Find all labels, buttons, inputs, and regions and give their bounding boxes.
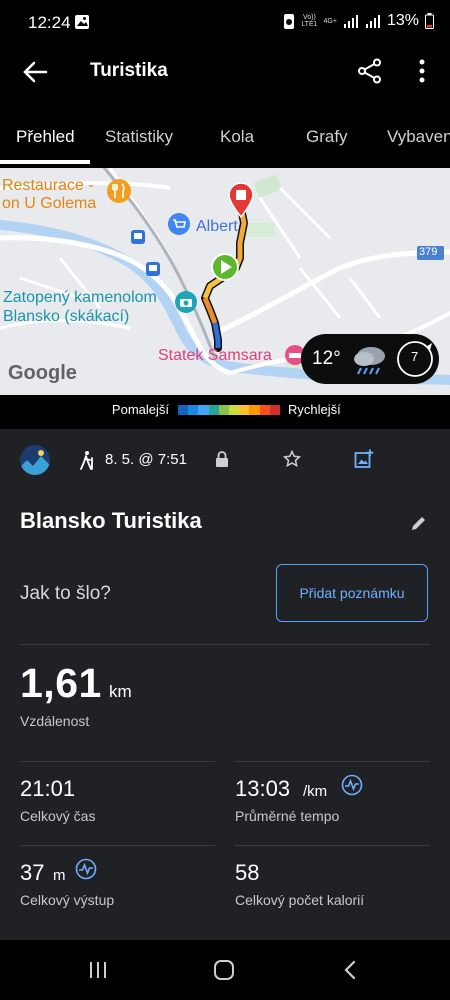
edit-pencil-icon[interactable] <box>410 514 428 532</box>
divider <box>20 761 215 762</box>
speed-color-swatch <box>269 405 281 415</box>
recent-apps-icon[interactable] <box>88 960 108 980</box>
map-label-statek: Statek Samsara <box>158 347 272 364</box>
ascent-chart-icon[interactable] <box>75 858 97 880</box>
tab-laps[interactable]: Kola <box>220 127 254 147</box>
map-label-quarry: Zatopený kamenolom Blansko (skákací) <box>3 289 157 325</box>
back-arrow-icon[interactable] <box>22 60 48 84</box>
page-title: Turistika <box>90 60 168 81</box>
activity-title: Blansko Turistika <box>20 508 202 533</box>
gallery-notification-icon <box>75 15 89 29</box>
end-marker-icon[interactable] <box>227 182 255 218</box>
favorite-star-icon[interactable] <box>283 450 301 468</box>
tab-bar: Přehled Statistiky Kola Grafy Vybavení <box>0 110 450 166</box>
status-time: 12:24 <box>28 13 71 32</box>
divider <box>235 761 430 762</box>
add-note-button[interactable]: Přidat poznámku <box>276 564 428 622</box>
distance-value: 1,61 <box>20 660 102 706</box>
volte-indicator: Vo)) LTE1 <box>301 14 318 28</box>
signal-icon <box>343 15 358 28</box>
battery-icon <box>425 13 434 29</box>
restaurant-poi-icon[interactable] <box>106 178 132 204</box>
speed-color-swatch <box>239 405 250 415</box>
divider <box>235 845 430 846</box>
weather-temperature: 12° <box>312 348 341 369</box>
network-type: 4G+ <box>323 17 337 25</box>
distance-label: Vzdálenost <box>20 713 90 729</box>
legend-faster: Rychlejší <box>288 402 341 417</box>
route-map[interactable]: Restaurace - on U Golema Albert 379 Zatop… <box>0 168 450 395</box>
data-saver-icon <box>284 14 295 29</box>
speed-color-swatch <box>208 405 219 415</box>
battery-percent: 13% <box>386 12 419 29</box>
home-icon[interactable] <box>213 959 235 981</box>
privacy-lock-icon[interactable] <box>214 450 230 468</box>
pace-chart-icon[interactable] <box>341 774 363 796</box>
map-label-restaurant: Restaurace - on U Golema <box>2 177 97 212</box>
speed-color-swatch <box>198 405 209 415</box>
speed-color-swatch <box>218 405 230 415</box>
total-time-label: Celkový čas <box>20 808 96 824</box>
camera-poi-icon[interactable] <box>174 290 198 314</box>
speed-color-swatch <box>229 405 240 415</box>
start-marker-icon[interactable] <box>210 252 240 284</box>
map-label-road: 379 <box>419 246 438 258</box>
legend-slower: Pomalejší <box>111 402 169 417</box>
avg-pace-unit: /km <box>303 783 328 800</box>
user-avatar[interactable] <box>19 444 51 476</box>
rain-cloud-icon <box>354 347 385 375</box>
ascent-unit: m <box>53 867 66 884</box>
calories-label: Celkový počet kalorií <box>235 892 365 908</box>
google-logo: Google <box>8 362 77 384</box>
add-photo-icon[interactable] <box>354 449 374 469</box>
divider <box>20 644 430 645</box>
how-it-went-label: Jak to šlo? <box>20 583 111 604</box>
distance-unit: km <box>109 682 132 701</box>
share-icon[interactable] <box>357 58 383 84</box>
hiking-icon <box>80 451 93 470</box>
active-tab-indicator <box>0 160 90 164</box>
divider <box>20 845 215 846</box>
calories-value: 58 <box>235 860 260 885</box>
tab-equipment[interactable]: Vybavení <box>387 127 450 147</box>
ascent-label: Celkový výstup <box>20 892 115 908</box>
total-time-value: 21:01 <box>20 776 76 801</box>
tab-charts[interactable]: Grafy <box>306 127 348 147</box>
ascent-value: 37 <box>20 860 45 885</box>
avg-pace-label: Průměrné tempo <box>235 808 340 824</box>
more-options-icon[interactable] <box>418 58 426 84</box>
speed-color-swatch <box>188 405 199 415</box>
activity-date-time: 8. 5. @ 7:51 <box>105 451 187 468</box>
speed-color-swatch <box>259 405 270 415</box>
back-nav-icon[interactable] <box>342 959 358 981</box>
wind-speed: 7 <box>411 349 419 364</box>
shopping-poi-icon[interactable] <box>167 212 191 236</box>
status-icons: Vo)) LTE1 4G+ 13% <box>283 12 434 30</box>
signal-icon-2 <box>365 15 380 28</box>
map-label-albert: Albert <box>196 218 238 235</box>
speed-color-swatch <box>178 405 189 415</box>
tab-overview[interactable]: Přehled <box>16 127 75 147</box>
tab-statistics[interactable]: Statistiky <box>105 127 173 147</box>
weather-widget[interactable]: 12° 7 <box>301 334 439 384</box>
speed-gradient-bar <box>178 405 281 415</box>
avg-pace-value: 13:03 <box>235 776 291 801</box>
speed-color-swatch <box>249 405 260 415</box>
